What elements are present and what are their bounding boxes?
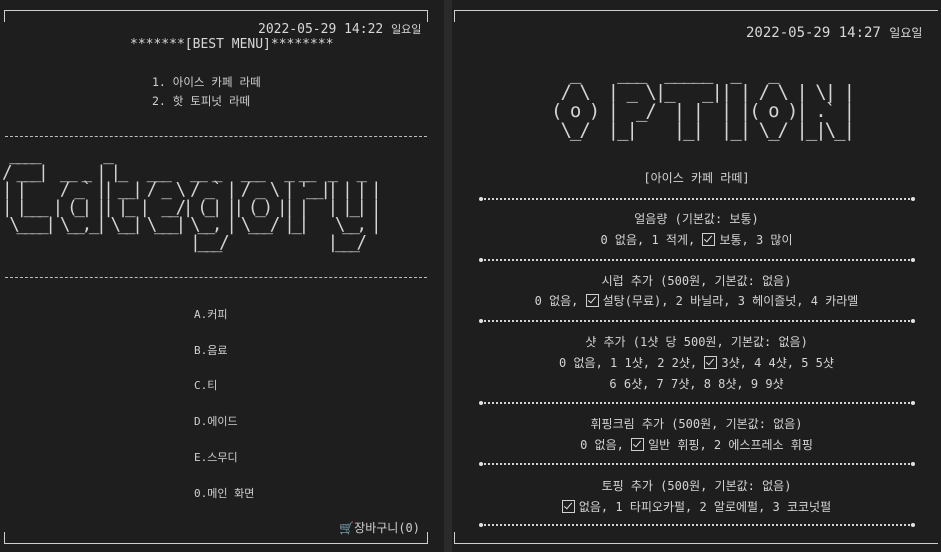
option-choice-text: 없음, 1 타피오카펄, 2 알로에펄, 3 코코넛펄	[578, 500, 832, 514]
option-choices[interactable]: 6 6샷, 7 7샷, 8 8샷, 9 9샷	[452, 375, 941, 392]
category-ascii-banner: ____ _ / ___| __ _ | |_ ___ __ _ ___ _ _…	[2, 145, 382, 253]
option-section-title: 얼음량 (기본값: 보통)	[634, 212, 759, 226]
cart-icon: 🛒	[339, 521, 355, 535]
frame-corner	[4, 10, 5, 22]
weekday: 일요일	[889, 26, 923, 40]
dotted-divider	[479, 197, 915, 201]
weekday: 일요일	[391, 23, 422, 36]
category-main-screen[interactable]: 0.메인 화면	[194, 485, 254, 501]
best-menu-panel: 2022-05-29 14:22 일요일 *******[BEST MENU]*…	[0, 0, 444, 552]
timestamp: 2022-05-29 14:27 일요일	[746, 24, 922, 41]
checkbox-checked-icon[interactable]	[702, 233, 716, 246]
checkbox-checked-icon[interactable]	[561, 500, 575, 513]
option-choice-text: 6 6샷, 7 7샷, 8 8샷, 9 9샷	[609, 377, 784, 391]
frame-corner	[454, 10, 455, 22]
dotted-divider	[479, 523, 915, 527]
checkbox-checked-icon[interactable]	[704, 356, 718, 369]
category-coffee[interactable]: A.커피	[194, 306, 228, 322]
frame-corner	[427, 10, 428, 22]
option-ascii-banner: _ ___ _____ _ _ / \ | _ \|_ _|| | / \ | …	[551, 62, 855, 141]
frame-top	[4, 10, 428, 11]
option-choices[interactable]: 0 없음, 일반 휘핑, 2 에스프레소 휘핑	[452, 436, 941, 453]
timestamp-value: 2022-05-29 14:27	[746, 25, 881, 41]
best-menu-title: *******[BEST MENU]********	[130, 37, 334, 52]
checkbox-checked-icon[interactable]	[631, 438, 645, 451]
selected-item-name: [아이스 카페 라떼]	[643, 171, 750, 185]
frame-top	[454, 10, 938, 11]
category-drinks[interactable]: B.음료	[194, 342, 228, 358]
dotted-divider	[479, 401, 915, 405]
panel-separator	[444, 0, 452, 552]
option-choice-text: 설탕(무료), 2 바닐라, 3 헤이즐넛, 4 카라멜	[602, 294, 859, 308]
frame-bottom	[4, 543, 428, 544]
divider	[5, 136, 427, 137]
option-choice-text: 일반 휘핑, 2 에스프레소 휘핑	[648, 438, 813, 452]
option-section-title: 시럽 추가 (500원, 기본값: 없음)	[601, 274, 792, 288]
timestamp-value: 2022-05-29 14:22	[258, 22, 384, 37]
option-choice-text: 0 없음,	[534, 294, 586, 308]
option-section-title: 샷 추가 (1샷 당 500원, 기본값: 없음)	[585, 335, 808, 349]
option-choice-text: 0 없음,	[580, 438, 632, 452]
option-section-title: 휘핑크림 추가 (500원, 기본값: 없음)	[590, 417, 803, 431]
dotted-divider	[479, 462, 915, 466]
best-item-1[interactable]: 1. 아이스 카페 라떼	[152, 74, 261, 90]
option-panel: 2022-05-29 14:27 일요일 _ ___ _____ _ _ / \…	[452, 0, 941, 552]
category-ade[interactable]: D.에이드	[194, 413, 238, 429]
option-choices[interactable]: 0 없음, 1 적게, 보통, 3 많이	[452, 231, 941, 248]
cart-button[interactable]: 🛒장바구니(0)	[339, 519, 420, 536]
option-choices[interactable]: 0 없음, 1 1샷, 2 2샷, 3샷, 4 4샷, 5 5샷	[452, 354, 941, 371]
option-choice-text: 3샷, 4 4샷, 5 5샷	[721, 356, 834, 370]
option-choices[interactable]: 없음, 1 타피오카펄, 2 알로에펄, 3 코코넛펄	[452, 498, 941, 515]
category-smoothie[interactable]: E.스무디	[194, 449, 238, 465]
option-choices[interactable]: 0 없음, 설탕(무료), 2 바닐라, 3 헤이즐넛, 4 카라멜	[452, 292, 941, 309]
option-choice-text: 0 없음, 1 1샷, 2 2샷,	[559, 356, 705, 370]
dotted-divider	[479, 258, 915, 262]
timestamp: 2022-05-29 14:22 일요일	[258, 21, 421, 37]
cart-label: 장바구니(0)	[354, 521, 420, 535]
option-section-title: 토핑 추가 (500원, 기본값: 없음)	[601, 479, 792, 493]
checkbox-checked-icon[interactable]	[585, 294, 599, 307]
frame-bottom	[454, 543, 938, 544]
dotted-divider	[479, 319, 915, 323]
divider	[5, 277, 427, 278]
option-choice-text: 0 없음, 1 적게,	[600, 233, 703, 247]
option-choice-text: 보통, 3 많이	[719, 233, 793, 247]
best-item-2[interactable]: 2. 핫 토피넛 라떼	[152, 93, 250, 109]
category-tea[interactable]: C.티	[194, 377, 217, 393]
